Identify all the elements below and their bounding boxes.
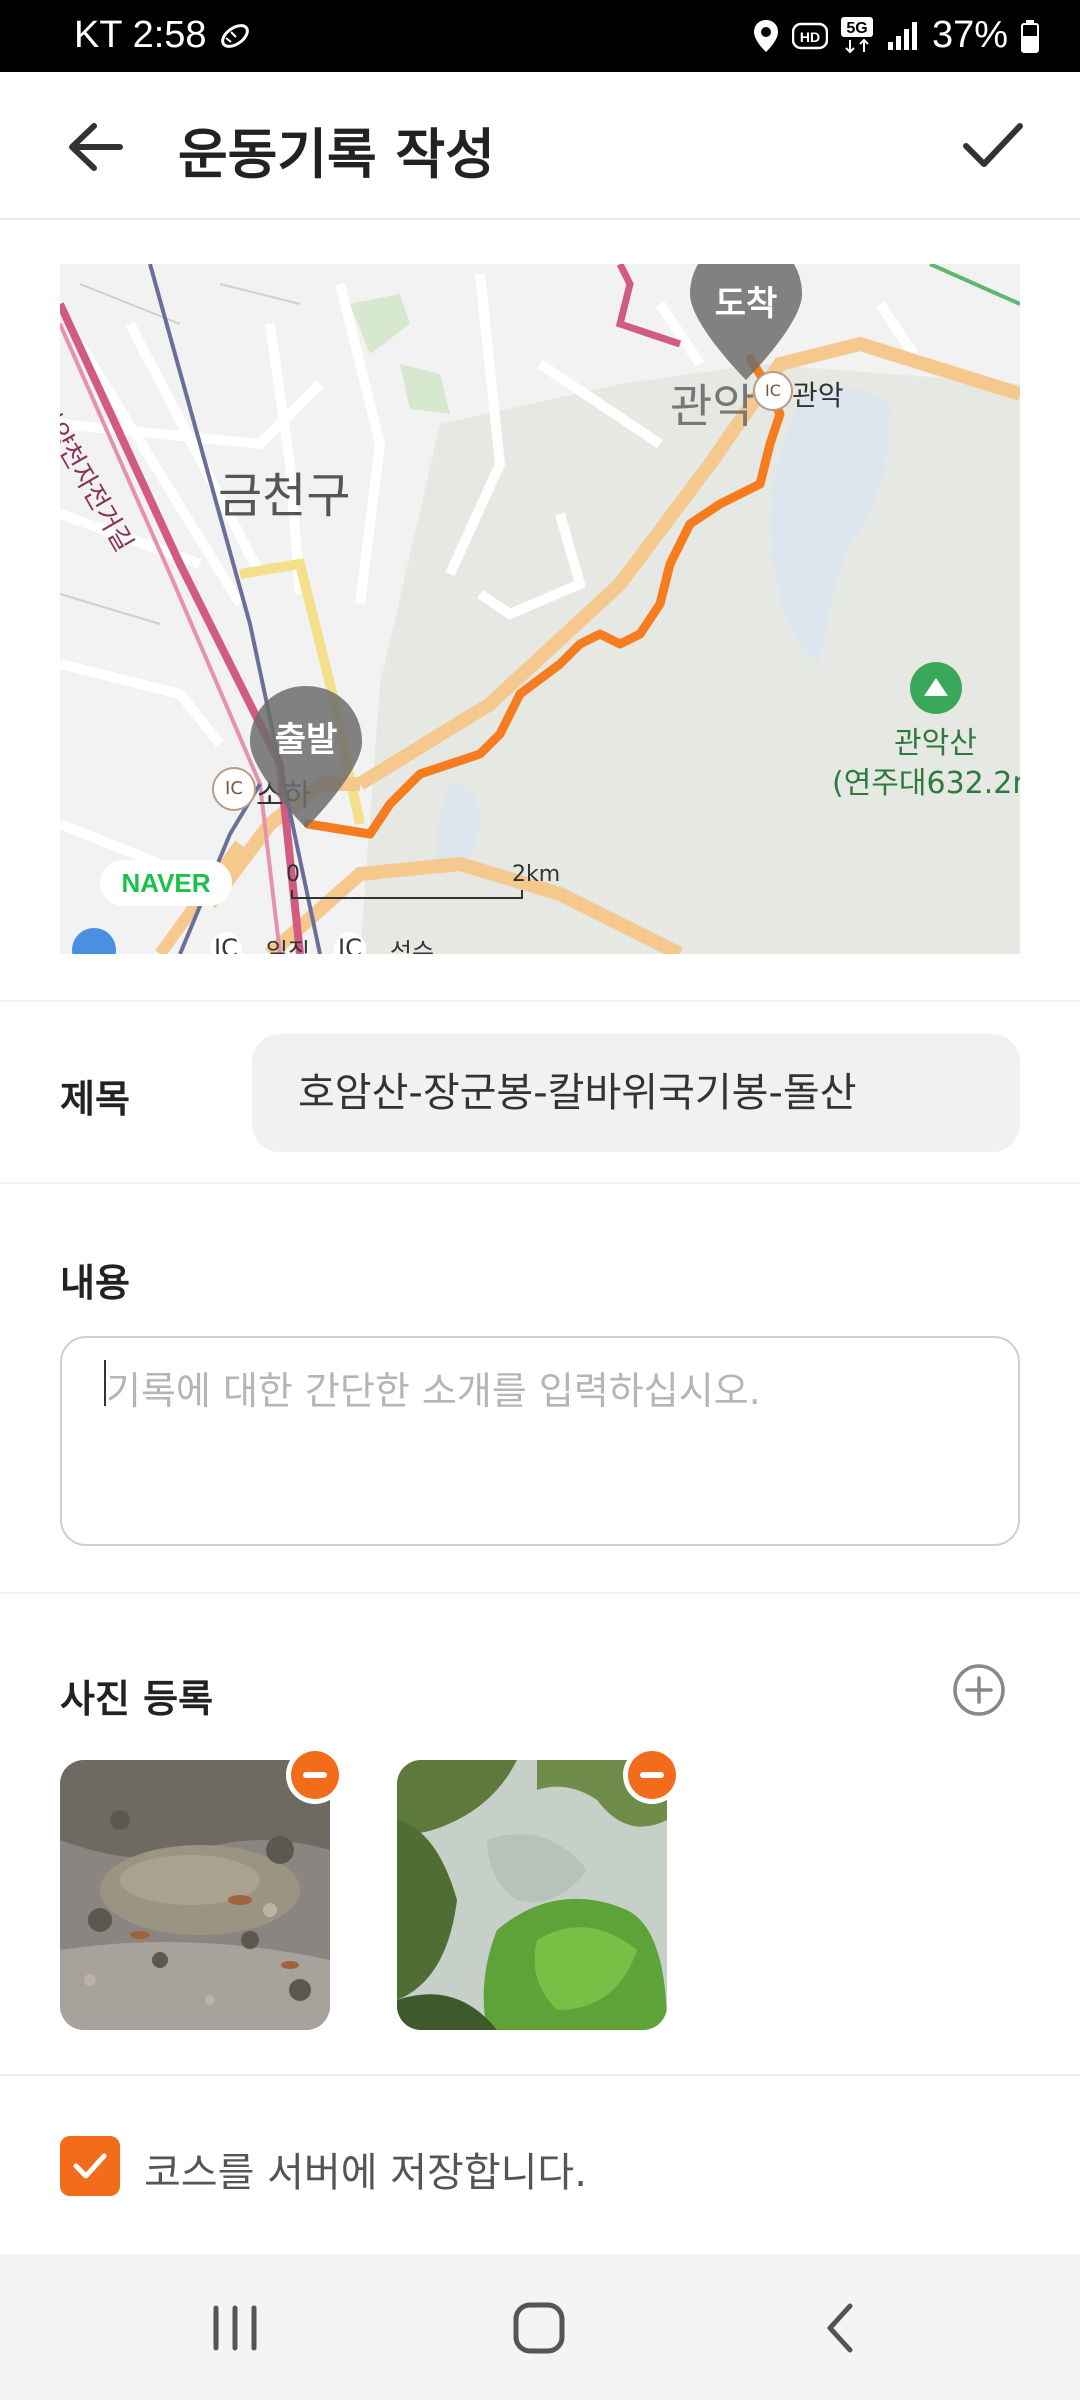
- title-input[interactable]: 호암산-장군봉-칼바위국기봉-돌산: [252, 1034, 1020, 1152]
- route-map[interactable]: 금천구 안양천자전거길 관악 IC 관악 IC 소하 출발 도착 관악산 (연주…: [60, 264, 1020, 954]
- content-placeholder: 기록에 대한 간단한 소개를 입력하십시오.: [106, 1369, 761, 1413]
- scale-end: 2km: [512, 862, 561, 887]
- mountain-detail: (연주대632.2m: [832, 766, 1020, 801]
- ilijk-label: 일직: [265, 938, 311, 954]
- hd-icon: HD: [791, 22, 828, 49]
- seoksu-label: 석수: [389, 938, 435, 954]
- content-label: 내용: [60, 1261, 130, 1305]
- svg-text:5G: 5G: [846, 20, 867, 37]
- carrier-label: KT: [74, 14, 123, 56]
- ic-ilijk-badge: IC: [210, 932, 242, 954]
- divider: [0, 1000, 1080, 1002]
- status-bar: KT 2:58 HD 5G 37%: [0, 0, 1080, 72]
- divider: [0, 1592, 1080, 1594]
- home-button[interactable]: [504, 2296, 574, 2360]
- content-textarea[interactable]: 기록에 대한 간단한 소개를 입력하십시오.: [60, 1336, 1020, 1546]
- home-icon: [513, 2302, 565, 2354]
- plus-circle-icon: [953, 1664, 1005, 1716]
- minus-icon: [303, 1772, 327, 1778]
- page-title: 운동기록 작성: [178, 123, 495, 186]
- map-bottom-labels: IC 일직 IC 석수: [210, 932, 434, 954]
- naver-logo: NAVER: [100, 860, 232, 906]
- add-photo-button[interactable]: [951, 1662, 1007, 1718]
- time-label: 2:58: [132, 14, 207, 56]
- system-back-button[interactable]: [806, 2296, 876, 2360]
- map-canvas: [60, 264, 1020, 954]
- title-label: 제목: [60, 1077, 130, 1121]
- end-marker: 도착: [686, 264, 806, 384]
- photo-label: 사진 등록: [60, 1677, 214, 1721]
- signal-icon: [887, 21, 917, 50]
- minus-icon: [640, 1772, 664, 1778]
- mountain-name: 관악산: [894, 726, 977, 761]
- district-label: 금천구: [218, 468, 351, 524]
- save-course-checkbox[interactable]: [60, 2136, 120, 2196]
- system-nav-bar: [0, 2254, 1080, 2400]
- mountain-icon: [910, 662, 962, 714]
- app-header: 운동기록 작성: [0, 72, 1080, 220]
- recent-apps-icon: [213, 2305, 257, 2351]
- divider: [0, 1182, 1080, 1184]
- 5g-icon: 5G: [840, 16, 874, 56]
- remove-photo-button[interactable]: [286, 1746, 344, 1804]
- check-icon: [73, 2153, 107, 2179]
- scale-start: 0: [286, 862, 300, 887]
- back-icon: [827, 2303, 853, 2353]
- arrow-left-icon: [69, 123, 123, 171]
- location-icon: [753, 19, 778, 52]
- check-icon: [963, 123, 1023, 167]
- recent-apps-button[interactable]: [200, 2298, 270, 2358]
- start-marker: 출발: [246, 682, 366, 832]
- back-button[interactable]: [60, 112, 140, 182]
- battery-label: 37%: [931, 14, 1008, 56]
- activity-icon: [220, 23, 249, 48]
- rocky-trail-photo[interactable]: [60, 1760, 330, 2030]
- ic-seoksu-badge: IC: [334, 932, 366, 954]
- divider: [0, 2074, 1080, 2076]
- start-marker-label: 출발: [274, 720, 338, 760]
- save-course-label[interactable]: 코스를 서버에 저장합니다.: [144, 2140, 587, 2198]
- svg-text:HD: HD: [800, 29, 820, 45]
- confirm-button[interactable]: [952, 108, 1032, 184]
- battery-icon: [1021, 19, 1039, 53]
- forest-trees-photo[interactable]: [397, 1760, 667, 2030]
- remove-photo-button[interactable]: [623, 1746, 681, 1804]
- end-marker-label: 도착: [714, 284, 778, 324]
